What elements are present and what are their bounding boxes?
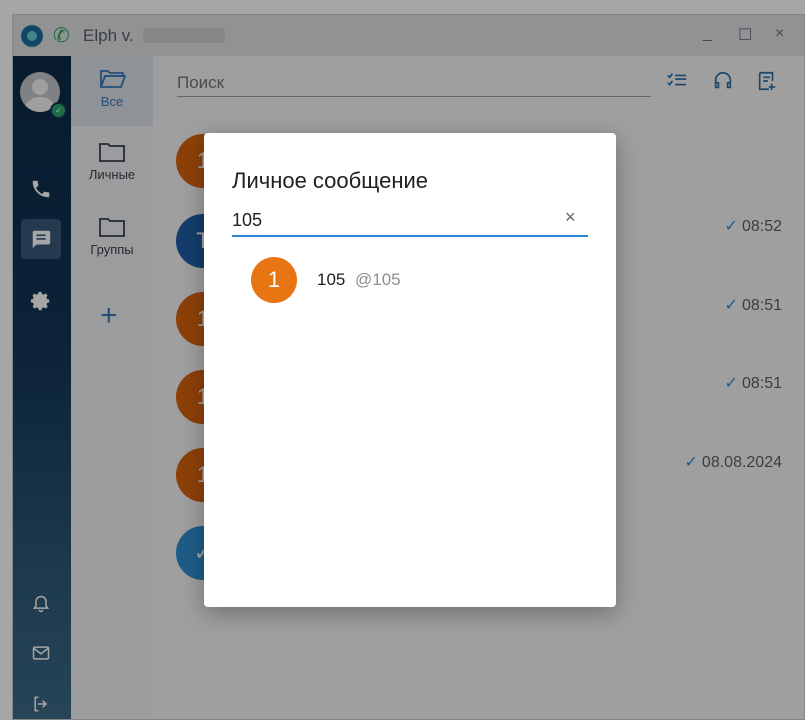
recipient-search-input[interactable] [232, 205, 588, 237]
personal-message-dialog: Личное сообщение × 1 105 @105 [204, 133, 616, 607]
result-avatar: 1 [251, 257, 297, 303]
dialog-title: Личное сообщение [232, 168, 429, 193]
search-result-item[interactable]: 1 105 @105 [232, 253, 588, 309]
clear-input-button[interactable]: × [565, 207, 576, 228]
result-handle: @105 [355, 270, 401, 289]
result-name: 105 [317, 270, 346, 289]
